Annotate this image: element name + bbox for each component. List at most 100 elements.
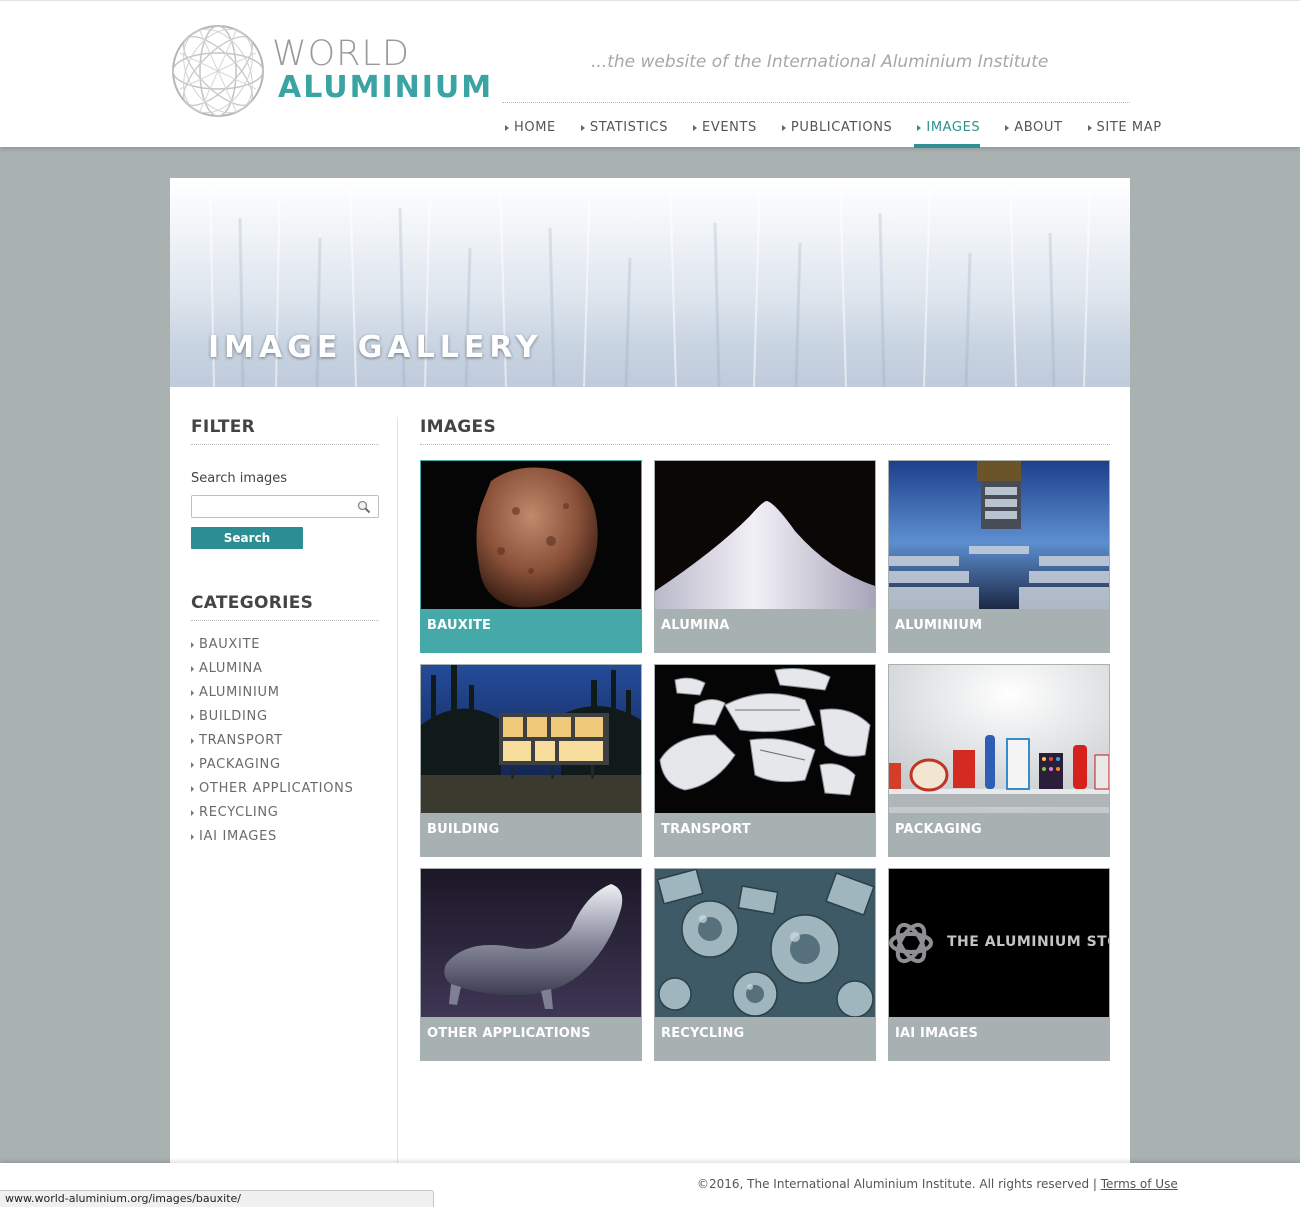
tile-packaging[interactable]: PACKAGING [888, 664, 1110, 857]
nav-label: EVENTS [702, 120, 757, 135]
tile-label: PACKAGING [895, 822, 982, 837]
caret-right-icon [917, 125, 922, 131]
nav-events[interactable]: EVENTS [690, 114, 757, 148]
nav-images[interactable]: IMAGES [914, 114, 981, 148]
nav-label: HOME [514, 120, 556, 135]
nav-label: IMAGES [926, 120, 981, 135]
sidebar-divider [397, 417, 398, 1164]
category-building[interactable]: BUILDING [191, 709, 379, 733]
nav-label: STATISTICS [589, 120, 669, 135]
image-grid: BAUXITE ALUMINA ALUMINIUM BUILDING TRANS… [420, 460, 1110, 1063]
building-thumbnail [421, 665, 641, 813]
alumina-thumbnail [655, 461, 875, 609]
filter-sidebar: FILTER Search images Search CATEGORIES B… [191, 417, 379, 853]
category-transport[interactable]: TRANSPORT [191, 733, 379, 757]
other-applications-thumbnail [421, 869, 641, 1017]
tile-label: ALUMINA [661, 618, 730, 633]
copyright-text: ©2016, The International Aluminium Insti… [697, 1177, 1097, 1191]
category-alumina[interactable]: ALUMINA [191, 661, 379, 685]
tile-other-applications[interactable]: OTHER APPLICATIONS [420, 868, 642, 1061]
recycling-thumbnail [655, 869, 875, 1017]
category-iai-images[interactable]: IAI IMAGES [191, 829, 379, 853]
caret-right-icon [191, 834, 194, 840]
category-label: PACKAGING [199, 757, 281, 772]
globe-logo-icon [172, 25, 264, 117]
images-heading: IMAGES [420, 417, 1110, 445]
caret-right-icon [191, 738, 194, 744]
search-icon[interactable] [357, 500, 371, 514]
page-title: IMAGE GALLERY [208, 330, 543, 365]
tile-label: IAI IMAGES [895, 1026, 979, 1041]
nav-about[interactable]: ABOUT [1002, 114, 1062, 148]
tile-label: ALUMINIUM [895, 618, 983, 633]
category-other-applications[interactable]: OTHER APPLICATIONS [191, 781, 379, 805]
category-bauxite[interactable]: BAUXITE [191, 637, 379, 661]
caret-right-icon [505, 125, 509, 131]
category-list: BAUXITE ALUMINA ALUMINIUM BUILDING TRANS… [191, 637, 379, 853]
caret-right-icon [191, 690, 194, 696]
tile-label: RECYCLING [661, 1026, 745, 1041]
tile-iai-images[interactable]: THE ALUMINIUM STORY IAI IMAGES [888, 868, 1110, 1061]
tile-recycling[interactable]: RECYCLING [654, 868, 876, 1061]
caret-right-icon [191, 786, 194, 792]
page-banner: IMAGE GALLERY [170, 178, 1130, 387]
search-button[interactable]: Search [191, 527, 303, 549]
tile-aluminium[interactable]: ALUMINIUM [888, 460, 1110, 653]
category-packaging[interactable]: PACKAGING [191, 757, 379, 781]
images-section: IMAGES BAUXITE ALUMINA ALUMINIUM BUILDIN… [420, 417, 1110, 1063]
category-aluminium[interactable]: ALUMINIUM [191, 685, 379, 709]
logo-text-world: WORLD [272, 34, 410, 74]
site-tagline: ...the website of the International Alum… [591, 52, 1049, 72]
category-label: BUILDING [199, 709, 268, 724]
tile-label: BUILDING [427, 822, 500, 837]
caret-right-icon [191, 762, 194, 768]
caret-right-icon [1087, 125, 1092, 131]
categories-heading: CATEGORIES [191, 593, 379, 621]
packaging-thumbnail [889, 665, 1109, 813]
nav-label: PUBLICATIONS [790, 120, 893, 135]
aluminium-thumbnail [889, 461, 1109, 609]
caret-right-icon [781, 125, 786, 131]
caret-right-icon [191, 666, 194, 672]
browser-status-bar: www.world-aluminium.org/images/bauxite/ [0, 1190, 434, 1207]
site-header: WORLD ALUMINIUM ...the website of the In… [0, 0, 1300, 148]
category-label: ALUMINA [199, 661, 263, 676]
category-label: TRANSPORT [199, 733, 283, 748]
nav-label: ABOUT [1014, 120, 1063, 135]
category-label: BAUXITE [199, 637, 261, 652]
caret-right-icon [693, 125, 698, 131]
caret-right-icon [1005, 125, 1010, 131]
category-label: IAI IMAGES [199, 829, 277, 844]
tile-alumina[interactable]: ALUMINA [654, 460, 876, 653]
nav-site-map[interactable]: SITE MAP [1085, 114, 1162, 148]
category-label: ALUMINIUM [199, 685, 280, 700]
category-label: RECYCLING [199, 805, 279, 820]
search-input[interactable] [192, 496, 352, 518]
category-recycling[interactable]: RECYCLING [191, 805, 379, 829]
search-field[interactable] [191, 495, 379, 518]
tile-label: BAUXITE [427, 618, 492, 633]
search-label: Search images [191, 471, 288, 486]
tile-transport[interactable]: TRANSPORT [654, 664, 876, 857]
tile-bauxite[interactable]: BAUXITE [420, 460, 642, 653]
nav-statistics[interactable]: STATISTICS [578, 114, 668, 148]
tile-building[interactable]: BUILDING [420, 664, 642, 857]
nav-publications[interactable]: PUBLICATIONS [779, 114, 893, 148]
nav-home[interactable]: HOME [502, 114, 556, 148]
tile-label: OTHER APPLICATIONS [427, 1026, 591, 1041]
transport-thumbnail [655, 665, 875, 813]
logo-text-aluminium: ALUMINIUM [278, 70, 494, 105]
caret-right-icon [580, 125, 585, 131]
main-nav: HOME STATISTICS EVENTS PUBLICATIONS IMAG… [502, 114, 1162, 148]
terms-of-use-link[interactable]: Terms of Use [1101, 1177, 1178, 1191]
footer: ©2016, The International Aluminium Insti… [697, 1177, 1178, 1191]
nav-divider [502, 102, 1130, 103]
site-logo[interactable]: WORLD ALUMINIUM [170, 23, 491, 119]
nav-label: SITE MAP [1096, 120, 1162, 135]
category-label: OTHER APPLICATIONS [199, 781, 354, 796]
iai-images-thumbnail: THE ALUMINIUM STORY [889, 869, 1109, 1017]
filter-heading: FILTER [191, 417, 379, 445]
iai-thumb-caption: THE ALUMINIUM STORY [947, 934, 1109, 950]
content-panel: IMAGE GALLERY FILTER Search images Searc… [170, 178, 1130, 1164]
bauxite-thumbnail [421, 461, 641, 609]
